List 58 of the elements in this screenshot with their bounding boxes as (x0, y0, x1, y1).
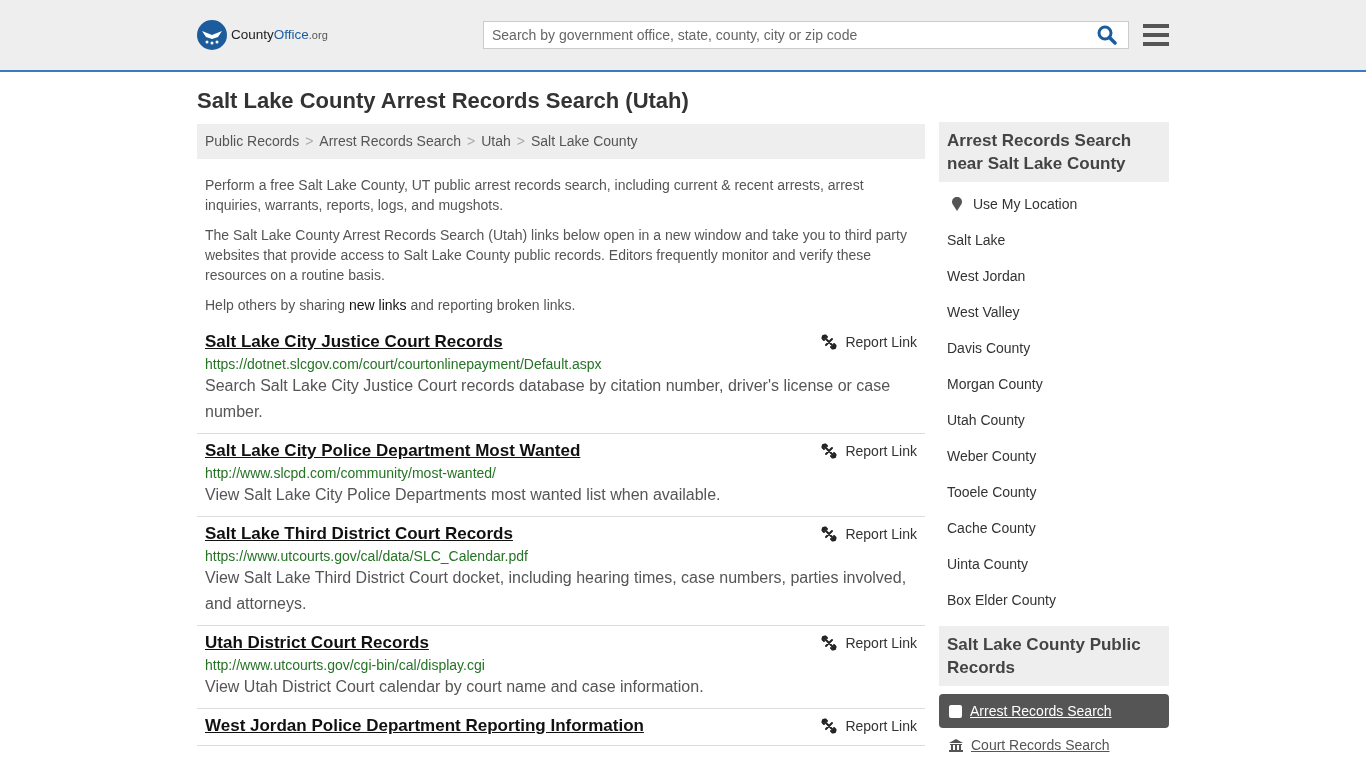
nearby-place-link[interactable]: West Valley (947, 303, 1020, 321)
report-link[interactable]: Report Link (821, 632, 917, 654)
broken-link-icon (821, 718, 838, 734)
breadcrumb-separator: > (516, 133, 525, 149)
nearby-place-link[interactable]: Uinta County (947, 555, 1028, 573)
report-link[interactable]: Report Link (821, 331, 917, 353)
logo-text[interactable]: CountyOffice.org (231, 24, 328, 46)
search-field[interactable]: Search by government office, state, county, city or zip code (483, 21, 1129, 49)
breadcrumb-link[interactable]: Public Records (205, 133, 300, 149)
breadcrumb-link[interactable]: Salt Lake County (530, 133, 638, 149)
page-title: Salt Lake County Arrest Records Search (Utah) (197, 88, 690, 114)
report-link[interactable]: Report Link (821, 523, 917, 545)
report-link[interactable]: Report Link (821, 440, 917, 462)
broken-link-icon (821, 635, 838, 651)
record-description: View Salt Lake Third District Court docket, including hearing times, case numbers, parties involved, and attorneys. (205, 568, 908, 614)
record-title-link[interactable]: Salt Lake City Justice Court Records (205, 331, 503, 353)
sidebar-heading: Arrest Records Search near Salt Lake County (939, 122, 1169, 182)
record-url: http://www.slcpd.com/community/most-wanted/ (205, 464, 497, 482)
breadcrumb-separator: > (466, 133, 476, 149)
use-location-link[interactable]: Use My Location (973, 195, 1078, 213)
nearby-place-link[interactable]: Cache County (947, 519, 1036, 537)
intro-paragraph: The Salt Lake County Arrest Records Search (Utah) links below open in a new window and take you to third party websites that provide access to Salt Lake County public records. Editors frequently monitor and verify these resources on a routine basis. (205, 226, 908, 285)
record-description: View Salt Lake City Police Departments most wanted list when available. (205, 485, 722, 505)
breadcrumb-link[interactable]: Utah (481, 133, 511, 149)
nearby-place-link[interactable]: Davis County (947, 339, 1031, 357)
report-link[interactable]: Report Link (821, 715, 917, 737)
record-description: Search Salt Lake City Justice Court records database by citation number, driver's license or case number. (205, 376, 892, 422)
nearby-place-link[interactable]: Tooele County (947, 483, 1037, 501)
sidebar-heading: Salt Lake County Public Records (939, 626, 1169, 686)
search-icon[interactable] (1097, 25, 1117, 45)
record-url: https://www.utcourts.gov/cal/data/SLC_Calendar.pdf (205, 547, 529, 565)
nearby-place-link[interactable]: Utah County (947, 411, 1025, 429)
square-icon (949, 704, 962, 718)
record-title-link[interactable]: Salt Lake Third District Court Records (205, 523, 513, 545)
record-description: View Utah District Court calendar by court name and case information. (205, 677, 705, 697)
breadcrumb-separator: > (305, 133, 314, 149)
record-title-link[interactable]: West Jordan Police Department Reporting Information (205, 715, 644, 737)
selected-menu-item[interactable]: Arrest Records Search (939, 694, 1169, 728)
breadcrumb-link[interactable]: Arrest Records Search (319, 133, 461, 149)
menu-icon[interactable] (1143, 24, 1169, 46)
record-title-link[interactable]: Utah District Court Records (205, 632, 429, 654)
share-note: Help others by sharing new links and reporting broken links. (205, 296, 577, 315)
menu-item[interactable]: Court Records Search (939, 728, 1169, 762)
broken-link-icon (821, 443, 838, 459)
broken-link-icon (821, 526, 838, 542)
nearby-place-link[interactable]: Weber County (947, 447, 1037, 465)
record-url: http://www.utcourts.gov/cgi-bin/cal/display.cgi (205, 656, 486, 674)
location-pin-icon (951, 197, 963, 211)
new-links-link[interactable]: new links (348, 297, 407, 313)
intro-paragraph: Perform a free Salt Lake County, UT public arrest records search, including current & recent arrests, arrest inquiries, warrants, reports, logs, and mugshots. (205, 176, 865, 215)
broken-link-icon (821, 334, 838, 350)
nearby-place-link[interactable]: Salt Lake (947, 231, 1006, 249)
nearby-place-link[interactable]: Box Elder County (947, 591, 1056, 609)
record-title-link[interactable]: Salt Lake City Police Department Most Wanted (205, 440, 581, 462)
record-url: https://dotnet.slcgov.com/court/courtonlinepayment/Default.aspx (205, 355, 603, 373)
nearby-place-link[interactable]: West Jordan (947, 267, 1026, 285)
nearby-place-link[interactable]: Morgan County (947, 375, 1043, 393)
courthouse-icon (949, 738, 963, 752)
